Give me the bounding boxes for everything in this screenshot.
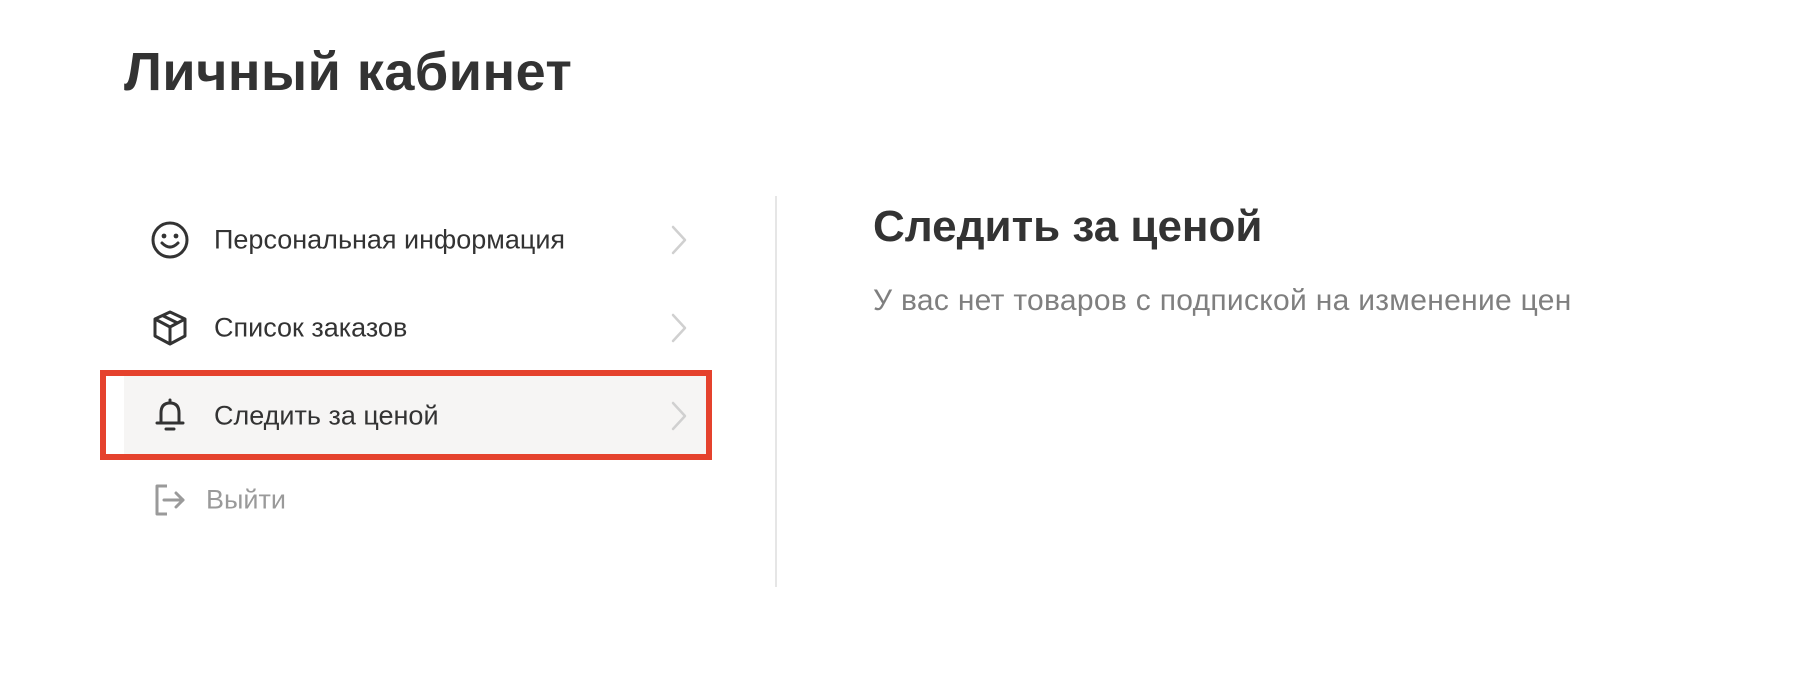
bell-icon [148,394,192,438]
logout-button[interactable]: Выйти [124,460,707,540]
sidebar-item-label: Список заказов [214,312,408,343]
chevron-right-icon [669,399,689,433]
section-title: Следить за ценой [873,202,1263,251]
sidebar-item-personal-info[interactable]: Персональная информация [124,196,707,284]
logout-label: Выйти [206,484,286,515]
chevron-right-icon [669,311,689,345]
chevron-right-icon [669,223,689,257]
sidebar-item-orders[interactable]: Список заказов [124,284,707,372]
smile-icon [148,218,192,262]
page-title: Личный кабинет [124,42,573,102]
logout-icon [148,478,192,522]
box-icon [148,306,192,350]
empty-state-message: У вас нет товаров с подпиской на изменен… [873,284,1572,317]
sidebar-item-label: Персональная информация [214,224,566,255]
sidebar-item-label: Следить за ценой [214,400,439,431]
account-sidebar: Персональная информация Список заказов С… [124,196,707,540]
vertical-divider [775,196,777,587]
sidebar-item-price-tracking[interactable]: Следить за ценой [124,372,707,460]
